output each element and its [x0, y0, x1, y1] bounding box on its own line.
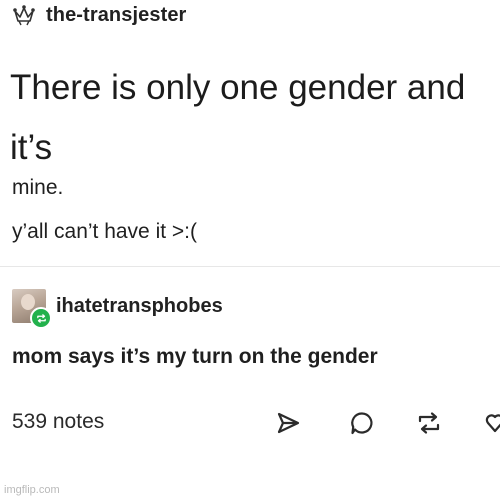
watermark: imgflip.com [4, 484, 60, 496]
reblog-badge-icon [30, 307, 52, 329]
reblog-text: mom says it’s my turn on the gender [12, 345, 378, 368]
reblog-icon[interactable] [414, 408, 444, 438]
jester-hat-icon[interactable] [12, 3, 36, 27]
post-body-line: mine. [12, 176, 64, 199]
tumblr-post: the-transjester There is only one gender… [0, 0, 500, 500]
reply-icon[interactable] [347, 408, 377, 438]
like-icon[interactable] [480, 408, 500, 438]
post-body-line: y’all can’t have it >:( [12, 220, 198, 243]
avatar[interactable] [12, 289, 52, 329]
original-poster-username[interactable]: the-transjester [46, 4, 186, 27]
reblog-divider [0, 266, 500, 267]
share-icon[interactable] [273, 408, 303, 438]
post-actions [0, 408, 500, 438]
reblogger-username[interactable]: ihatetransphobes [56, 295, 223, 318]
original-post-header: the-transjester [12, 2, 186, 28]
post-title: There is only one gender and it’s [10, 68, 466, 167]
reblog-header: ihatetransphobes [12, 286, 223, 329]
